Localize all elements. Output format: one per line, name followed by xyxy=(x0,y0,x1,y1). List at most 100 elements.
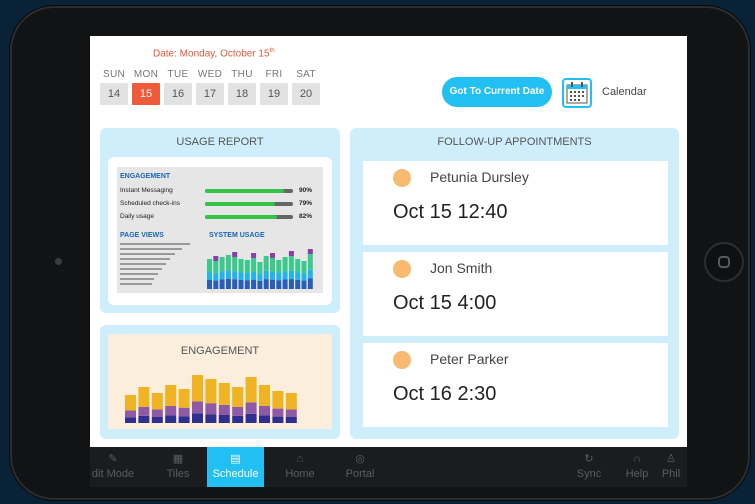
bottom-nav-bar: ✎ dit Mode ▦ Tiles ▤ Schedule ⌂ Home ◎ P… xyxy=(90,447,687,487)
calendar-icon xyxy=(566,82,588,104)
engagement-bar xyxy=(178,416,190,423)
system-usage-bar xyxy=(251,271,257,280)
home-icon: ⌂ xyxy=(296,453,304,465)
engagement-bar xyxy=(285,393,297,410)
system-usage-bar xyxy=(270,258,275,272)
system-usage-bar xyxy=(244,280,250,289)
engagement-bar xyxy=(259,405,270,416)
calendar-icon: ▤ xyxy=(230,453,241,465)
metric-bar xyxy=(205,202,293,206)
tiles-icon: ▦ xyxy=(172,453,184,465)
engagement-bar xyxy=(232,387,244,407)
date-title: Date: Monday, October 15th xyxy=(153,48,275,60)
system-usage-bar xyxy=(219,279,225,289)
day-wed[interactable]: WED 17 xyxy=(196,69,224,105)
system-usage-bar xyxy=(270,279,275,289)
system-usage-chart xyxy=(207,249,313,289)
metric-row: Daily usage 82% xyxy=(120,213,313,220)
metric-row: Scheduled check-ins 79% xyxy=(120,200,313,207)
appointment-name: Peter Parker xyxy=(430,351,509,367)
engagement-bar xyxy=(259,385,270,406)
appointment-card[interactable]: Jon Smith Oct 15 4:00 xyxy=(363,252,668,336)
engagement-bar xyxy=(259,415,270,423)
system-usage-bar xyxy=(301,261,307,274)
system-usage-bar xyxy=(270,253,275,258)
engagement-bar xyxy=(232,415,244,423)
system-usage-bar xyxy=(238,259,244,273)
metric-bar xyxy=(205,189,293,193)
day-sun[interactable]: SUN 14 xyxy=(100,69,128,105)
engagement-bar xyxy=(285,417,297,423)
home-hardware-button[interactable] xyxy=(704,242,744,282)
day-fri[interactable]: FRI 19 xyxy=(260,69,288,105)
system-usage-bar xyxy=(251,279,257,289)
engagement-panel[interactable]: ENGAGEMENT xyxy=(100,325,340,439)
system-usage-bar xyxy=(295,272,301,280)
nav-tiles[interactable]: ▦ Tiles xyxy=(152,447,204,487)
day-mon[interactable]: MON 15 xyxy=(132,69,160,105)
system-usage-bar xyxy=(232,257,238,272)
followup-title: FOLLOW-UP APPOINTMENTS xyxy=(437,136,592,148)
system-usage-bar xyxy=(307,278,313,289)
engagement-card: ENGAGEMENT xyxy=(108,334,332,429)
engagement-bar xyxy=(218,415,230,423)
system-usage-bar xyxy=(307,269,313,279)
system-usage-bar xyxy=(301,280,307,289)
system-usage-bar xyxy=(288,251,294,256)
camera xyxy=(55,258,62,265)
engagement-bar xyxy=(232,406,244,416)
engagement-bar xyxy=(125,417,136,423)
engagement-bar xyxy=(125,395,136,411)
page-views-heading: PAGE VIEWS xyxy=(120,232,164,239)
engagement-bar xyxy=(138,406,150,416)
nav-sync[interactable]: ↻ Sync xyxy=(572,447,606,487)
system-usage-bar xyxy=(257,262,263,275)
system-usage-bar xyxy=(225,278,231,289)
system-usage-bar xyxy=(213,280,219,289)
pencil-icon: ✎ xyxy=(108,453,118,465)
appointment-card[interactable]: Peter Parker Oct 16 2:30 xyxy=(363,343,668,427)
nav-profile[interactable]: ♙ Phil xyxy=(656,447,686,487)
system-usage-bar xyxy=(276,273,282,281)
engagement-bar xyxy=(205,403,217,415)
system-usage-bar xyxy=(301,273,307,281)
day-tue[interactable]: TUE 16 xyxy=(164,69,192,105)
engagement-bar xyxy=(138,387,150,407)
engagement-bar xyxy=(165,415,177,423)
go-to-current-date-button[interactable]: Got To Current Date xyxy=(442,77,552,107)
system-usage-bar xyxy=(232,279,238,289)
nav-help[interactable]: ∩ Help xyxy=(620,447,654,487)
engagement-bar xyxy=(218,383,230,405)
engagement-bar xyxy=(151,417,163,423)
appointment-time: Oct 16 2:30 xyxy=(393,383,497,405)
system-usage-bar xyxy=(219,257,225,272)
system-usage-bar xyxy=(251,253,257,258)
week-strip: SUN 14 MON 15 TUE 16 WED 17 THU 18 FRI 19 SAT 2… xyxy=(100,69,320,105)
system-usage-bar xyxy=(238,280,244,289)
engagement-heading: ENGAGEMENT xyxy=(120,173,171,180)
nav-edit-mode[interactable]: ✎ dit Mode xyxy=(90,447,136,487)
day-sat[interactable]: SAT 20 xyxy=(292,69,320,105)
engagement-bar xyxy=(178,407,190,417)
system-usage-heading: SYSTEM USAGE xyxy=(209,232,265,239)
system-usage-bar xyxy=(232,271,238,280)
system-usage-bar xyxy=(225,255,231,271)
day-thu[interactable]: THU 18 xyxy=(228,69,256,105)
nav-portal[interactable]: ◎ Portal xyxy=(334,447,386,487)
system-usage-bar xyxy=(295,280,301,289)
calendar-button[interactable] xyxy=(562,78,592,108)
engagement-title: ENGAGEMENT xyxy=(180,345,260,357)
usage-report-thumbnail: ENGAGEMENT Instant Messaging 90% Schedul… xyxy=(117,167,323,293)
usage-report-panel[interactable]: USAGE REPORT ENGAGEMENT Instant Messagin… xyxy=(100,128,340,313)
engagement-bar xyxy=(192,413,203,423)
appointment-avatar xyxy=(393,169,411,187)
appointment-card[interactable]: Petunia Dursley Oct 15 12:40 xyxy=(363,161,668,245)
engagement-bar xyxy=(245,402,257,414)
usage-report-card: ENGAGEMENT Instant Messaging 90% Schedul… xyxy=(108,157,332,305)
nav-schedule[interactable]: ▤ Schedule xyxy=(207,447,264,487)
nav-home[interactable]: ⌂ Home xyxy=(274,447,326,487)
system-usage-bar xyxy=(213,273,219,281)
system-usage-bar xyxy=(213,261,219,274)
system-usage-bar xyxy=(251,258,257,272)
engagement-bar xyxy=(272,416,284,423)
